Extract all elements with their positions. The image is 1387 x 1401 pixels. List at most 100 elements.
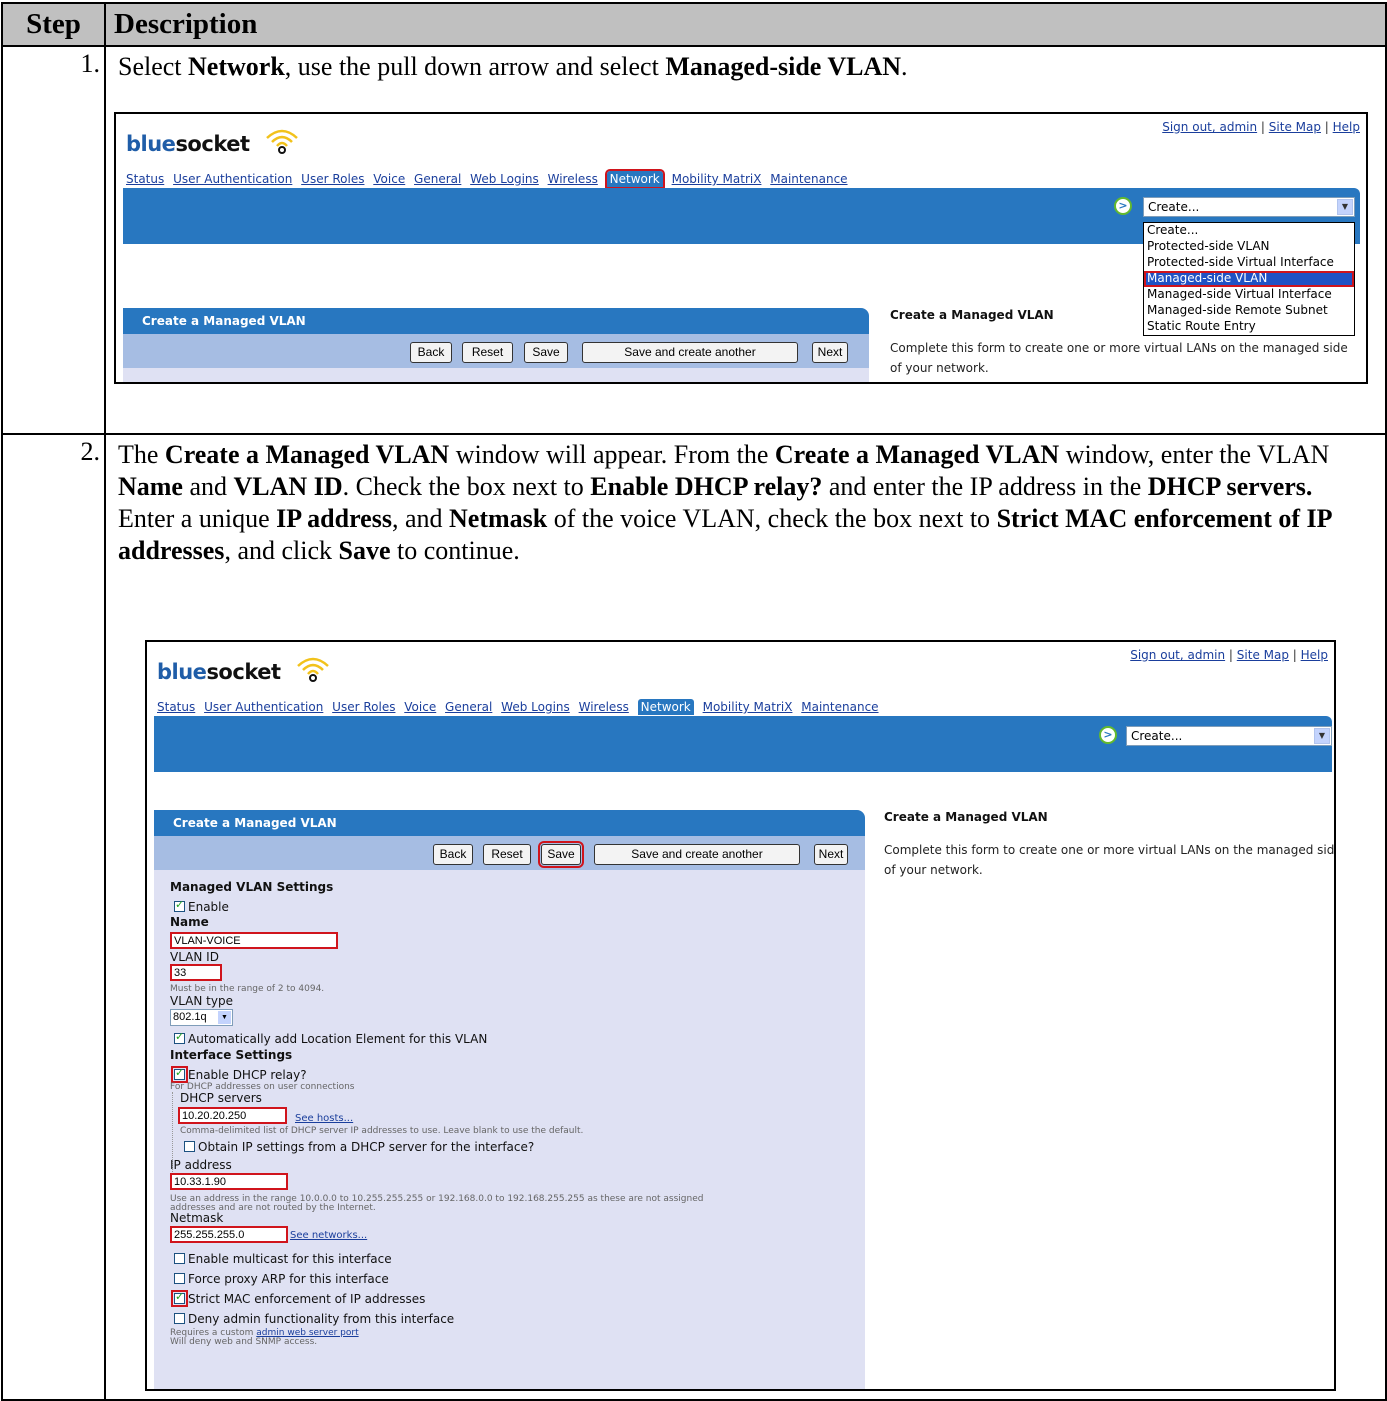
- nav-mobility-matrix[interactable]: Mobility MatriX: [703, 700, 793, 714]
- dropdown-option-managed-vlan[interactable]: Managed-side VLAN: [1144, 271, 1354, 287]
- deny-hint: Will deny web and SNMP access.: [170, 1337, 318, 1347]
- create-select[interactable]: Create... ▼: [1143, 197, 1355, 217]
- nav-user-roles[interactable]: User Roles: [301, 172, 364, 186]
- checkbox[interactable]: [174, 1030, 185, 1044]
- dropdown-option[interactable]: Protected-side VLAN: [1144, 239, 1354, 255]
- see-hosts-link[interactable]: See hosts...: [295, 1113, 353, 1124]
- info-text: Complete this form to create one or more…: [890, 341, 1348, 375]
- checkbox[interactable]: [174, 1313, 185, 1324]
- nav-maintenance[interactable]: Maintenance: [770, 172, 847, 186]
- dhcp-relay-row[interactable]: Enable DHCP relay?: [171, 1066, 307, 1083]
- nav-status[interactable]: Status: [126, 172, 164, 186]
- checkbox[interactable]: [174, 1253, 185, 1264]
- help-link[interactable]: Help: [1301, 648, 1328, 662]
- checkbox[interactable]: [174, 1273, 185, 1284]
- save-and-create-another-button[interactable]: Save and create another: [594, 844, 800, 865]
- header-step: Step: [1, 2, 106, 47]
- dropdown-option[interactable]: Managed-side Remote Subnet: [1144, 303, 1354, 319]
- step-number: 2.: [1, 433, 106, 1401]
- nav-status[interactable]: Status: [157, 700, 195, 714]
- proxy-arp-row[interactable]: Force proxy ARP for this interface: [174, 1272, 389, 1286]
- nav-voice[interactable]: Voice: [373, 172, 405, 186]
- screenshot-step-1: Sign out, admin | Site Map | Help blueso…: [114, 112, 1368, 384]
- toolbar-band: > Create... ▼: [154, 716, 1332, 772]
- checkbox[interactable]: [171, 1290, 188, 1307]
- site-map-link[interactable]: Site Map: [1269, 120, 1321, 134]
- table-header: Step Description: [1, 2, 1387, 47]
- name-label: Name: [170, 915, 209, 929]
- nav-user-authentication[interactable]: User Authentication: [204, 700, 323, 714]
- checkbox[interactable]: [174, 898, 185, 912]
- nav-wireless[interactable]: Wireless: [548, 172, 598, 186]
- dhcp-servers-input[interactable]: 10.20.20.250: [178, 1107, 287, 1124]
- netmask-input[interactable]: 255.255.255.0: [170, 1226, 288, 1243]
- nav-network[interactable]: Network: [637, 699, 694, 715]
- name-input[interactable]: VLAN-VOICE: [170, 932, 338, 949]
- dhcp-servers-hint: Comma-delimited list of DHCP server IP a…: [180, 1126, 584, 1136]
- nav-wireless[interactable]: Wireless: [579, 700, 629, 714]
- info-title: Create a Managed VLAN: [884, 810, 1048, 824]
- button-row: Back Reset Save Save and create another …: [123, 334, 869, 368]
- step-number: 1.: [1, 45, 106, 435]
- nav-general[interactable]: General: [445, 700, 492, 714]
- nav-user-roles[interactable]: User Roles: [332, 700, 395, 714]
- dropdown-option[interactable]: Create...: [1144, 223, 1354, 239]
- form-area: [123, 368, 869, 382]
- strict-mac-row[interactable]: Strict MAC enforcement of IP addresses: [171, 1290, 425, 1307]
- sign-out-link[interactable]: Sign out, admin: [1162, 120, 1257, 134]
- create-select[interactable]: Create... ▼: [1126, 726, 1332, 746]
- checkbox[interactable]: [184, 1141, 195, 1152]
- dropdown-option[interactable]: Static Route Entry: [1144, 319, 1354, 335]
- chevron-down-icon: ▼: [218, 1011, 231, 1024]
- top-links: Sign out, admin | Site Map | Help: [1130, 648, 1328, 662]
- ip-address-label: IP address: [170, 1158, 232, 1172]
- auto-location-row[interactable]: Automatically add Location Element for t…: [174, 1030, 487, 1046]
- checkbox[interactable]: [171, 1066, 188, 1083]
- nav-web-logins[interactable]: Web Logins: [470, 172, 539, 186]
- nav-network[interactable]: Network: [604, 169, 665, 189]
- next-button[interactable]: Next: [814, 844, 848, 865]
- nav-general[interactable]: General: [414, 172, 461, 186]
- next-button[interactable]: Next: [812, 342, 848, 363]
- help-link[interactable]: Help: [1333, 120, 1360, 134]
- button-row: Back Reset Save Save and create another …: [154, 836, 865, 870]
- top-links: Sign out, admin | Site Map | Help: [1162, 120, 1360, 134]
- screenshot-step-2: Sign out, admin | Site Map | Help blueso…: [145, 640, 1336, 1391]
- deny-admin-row[interactable]: Deny admin functionality from this inter…: [174, 1312, 454, 1326]
- vlan-id-input[interactable]: 33: [170, 964, 222, 981]
- see-networks-link[interactable]: See networks...: [290, 1230, 367, 1241]
- back-button[interactable]: Back: [410, 342, 452, 363]
- nav-mobility-matrix[interactable]: Mobility MatriX: [672, 172, 762, 186]
- vlan-type-select[interactable]: 802.1q ▼: [170, 1009, 233, 1026]
- bluesocket-logo: bluesocket: [157, 657, 329, 684]
- dropdown-option[interactable]: Protected-side Virtual Interface: [1144, 255, 1354, 271]
- chevron-down-icon: ▼: [1337, 199, 1353, 215]
- nav-maintenance[interactable]: Maintenance: [801, 700, 878, 714]
- ip-address-input[interactable]: 10.33.1.90: [170, 1173, 288, 1190]
- save-button[interactable]: Save: [524, 342, 568, 363]
- vlan-id-hint: Must be in the range of 2 to 4094.: [170, 984, 325, 994]
- reset-button[interactable]: Reset: [483, 844, 531, 865]
- vlan-type-label: VLAN type: [170, 994, 233, 1008]
- arrow-circle-icon[interactable]: >: [1099, 726, 1117, 744]
- nav-user-authentication[interactable]: User Authentication: [173, 172, 292, 186]
- bluesocket-logo: bluesocket: [126, 129, 298, 156]
- obtain-ip-row[interactable]: Obtain IP settings from a DHCP server fo…: [184, 1140, 534, 1154]
- enable-checkbox-row[interactable]: Enable: [174, 898, 229, 914]
- header-description: Description: [104, 2, 1387, 47]
- arrow-circle-icon[interactable]: >: [1114, 197, 1132, 215]
- multicast-row[interactable]: Enable multicast for this interface: [174, 1252, 392, 1266]
- dropdown-option[interactable]: Managed-side Virtual Interface: [1144, 287, 1354, 303]
- reset-button[interactable]: Reset: [462, 342, 513, 363]
- save-button[interactable]: Save: [538, 841, 584, 868]
- create-dropdown-menu: Create... Protected-side VLAN Protected-…: [1143, 222, 1355, 336]
- sign-out-link[interactable]: Sign out, admin: [1130, 648, 1225, 662]
- save-and-create-another-button[interactable]: Save and create another: [582, 342, 798, 363]
- back-button[interactable]: Back: [433, 844, 473, 865]
- nav-web-logins[interactable]: Web Logins: [501, 700, 570, 714]
- netmask-label: Netmask: [170, 1211, 224, 1225]
- site-map-link[interactable]: Site Map: [1237, 648, 1289, 662]
- nav-voice[interactable]: Voice: [404, 700, 436, 714]
- panel-title: Create a Managed VLAN: [123, 308, 869, 334]
- dhcp-servers-label: DHCP servers: [180, 1091, 262, 1105]
